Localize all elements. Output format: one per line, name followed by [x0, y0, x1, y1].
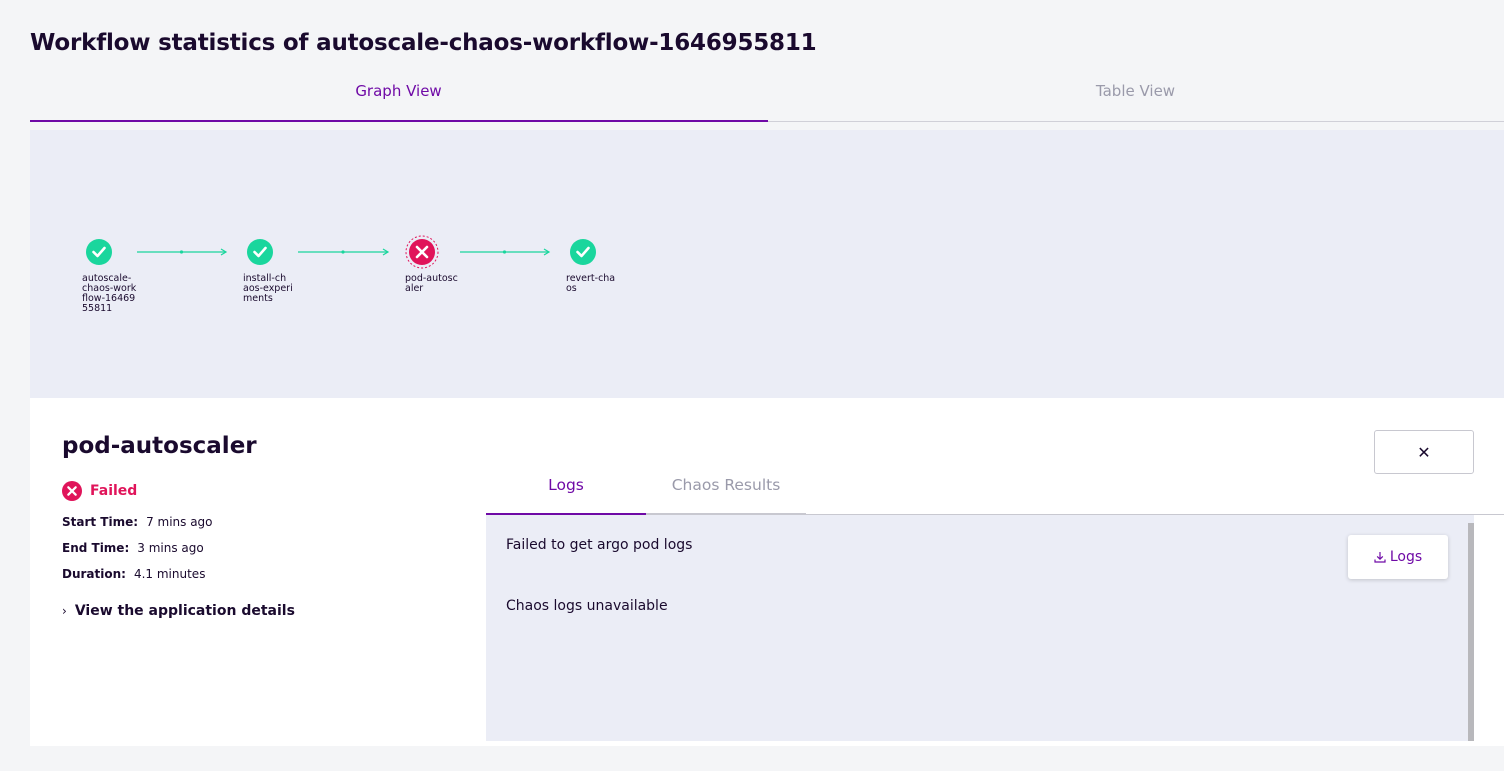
tab-graph-view[interactable]: Graph View	[30, 72, 767, 122]
view-tabs: Graph View Table View	[30, 72, 1504, 122]
view-application-details[interactable]: › View the application details	[62, 603, 295, 619]
duration-value: 4.1 minutes	[133, 567, 206, 581]
graph-node-failed[interactable]	[405, 235, 439, 269]
graph-node-label: install-ch aos-experi ments	[243, 273, 293, 304]
success-icon	[570, 239, 596, 265]
status-text: Failed	[90, 483, 138, 499]
download-logs-label: Logs	[1389, 549, 1423, 565]
start-time-value: 7 mins ago	[146, 515, 213, 529]
log-panel: Failed to get argo pod logs Chaos logs u…	[486, 515, 1474, 741]
success-icon	[86, 239, 112, 265]
end-time-label: End Time:	[62, 541, 130, 555]
page-title: Workflow statistics of autoscale-chaos-w…	[30, 30, 817, 56]
download-logs-button[interactable]: Logs	[1348, 535, 1448, 579]
edge-midpoint	[341, 250, 345, 254]
edge-midpoint	[179, 250, 184, 254]
workflow-graph-svg	[86, 235, 596, 269]
graph-node-succeeded[interactable]	[570, 239, 596, 265]
chevron-right-icon: ›	[62, 604, 67, 618]
graph-node-label: revert-cha os	[566, 273, 616, 294]
graph-node-label: autoscale- chaos-work flow-16469 55811	[82, 273, 137, 314]
duration-row: Duration: 4.1 minutes	[62, 567, 205, 581]
duration-label: Duration:	[62, 567, 126, 581]
graph-node-succeeded[interactable]	[247, 239, 273, 265]
log-line-chaos: Chaos logs unavailable	[506, 598, 668, 614]
edge-midpoint	[502, 250, 507, 254]
end-time-row: End Time: 3 mins ago	[62, 541, 204, 555]
view-application-details-label: View the application details	[74, 603, 295, 619]
start-time-label: Start Time:	[62, 515, 139, 529]
node-title: pod-autoscaler	[62, 433, 257, 459]
log-scrollbar[interactable]	[1468, 523, 1474, 741]
log-tabs: Logs Chaos Results	[486, 464, 1504, 515]
success-icon	[247, 239, 273, 265]
start-time-row: Start Time: 7 mins ago	[62, 515, 213, 529]
graph-node-succeeded[interactable]	[86, 239, 112, 265]
download-icon	[1374, 552, 1386, 563]
tab-chaos-results[interactable]: Chaos Results	[646, 464, 806, 515]
active-tab-indicator	[30, 120, 768, 122]
workflow-graph[interactable]: autoscale- chaos-work flow-16469 55811 in…	[30, 130, 1504, 398]
graph-node-label: pod-autosc aler	[405, 273, 458, 294]
end-time-value: 3 mins ago	[137, 541, 204, 555]
tab-table-view[interactable]: Table View	[767, 72, 1504, 122]
status-row: Failed	[62, 481, 137, 501]
failed-icon	[62, 481, 82, 501]
tab-logs[interactable]: Logs	[486, 464, 646, 515]
log-line-argo: Failed to get argo pod logs	[506, 537, 693, 553]
node-details-panel: pod-autoscaler Failed Start Time: 7 mins …	[30, 398, 1504, 746]
